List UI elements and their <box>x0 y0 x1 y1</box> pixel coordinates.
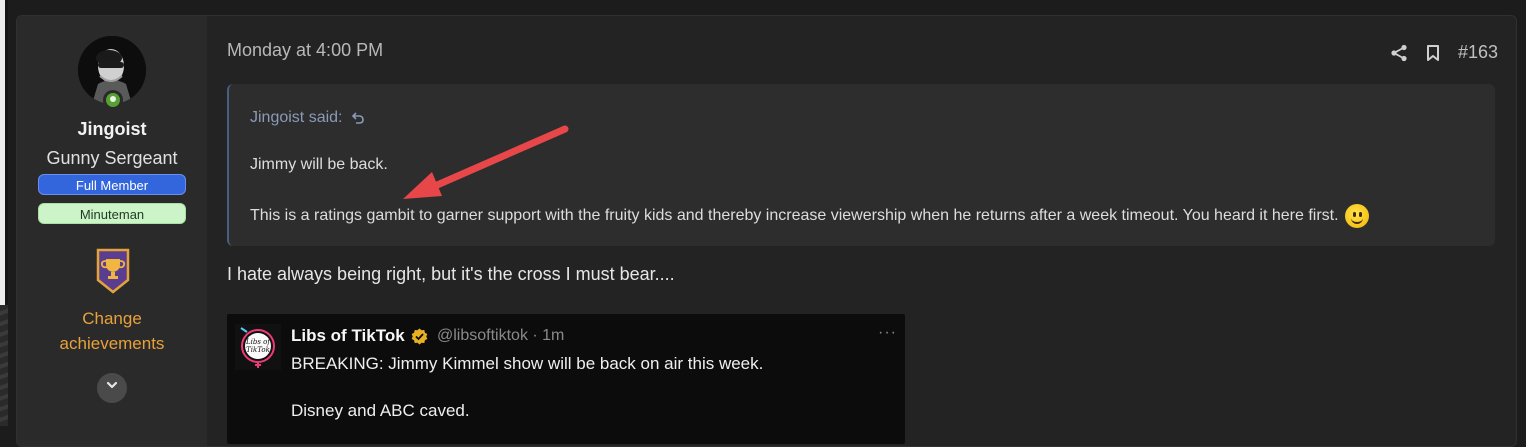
quote-paragraph-2-text: This is a ratings gambit to garner suppo… <box>250 207 1339 224</box>
online-status-icon <box>103 90 123 110</box>
tweet-avatar-text-1: Libs of <box>245 338 271 346</box>
edge-panel-dark <box>0 305 8 426</box>
change-achievements-line1[interactable]: Change <box>17 306 207 331</box>
edge-panel-light <box>0 0 5 305</box>
banner-minuteman: Minuteman <box>38 203 186 224</box>
quote-paragraph-1: Jimmy will be back. <box>250 156 388 173</box>
quote-block: Jingoist said: Jimmy will be back. This … <box>227 84 1495 246</box>
quote-return-icon[interactable] <box>351 111 365 125</box>
tweet-author-name[interactable]: Libs of TikTok <box>291 326 405 346</box>
username[interactable]: Jingoist <box>17 119 207 140</box>
bookmark-icon[interactable] <box>1426 44 1440 62</box>
change-achievements-link[interactable]: Change achievements <box>17 306 207 356</box>
trophy-shield-icon[interactable] <box>95 248 131 294</box>
user-sidebar: Jingoist Gunny Sergeant Full Member Minu… <box>17 16 207 446</box>
smile-emoji-icon <box>1344 204 1369 228</box>
tweet-line-2: Disney and ABC caved. <box>291 401 470 420</box>
tweet-line-1: BREAKING: Jimmy Kimmel show will be back… <box>291 354 764 373</box>
forum-post: Jingoist Gunny Sergeant Full Member Minu… <box>16 15 1517 447</box>
tweet-more-icon[interactable]: ··· <box>878 324 897 342</box>
embedded-tweet[interactable]: Libs of TikTok Libs of TikTok @libsoftik… <box>227 314 905 444</box>
verified-badge-icon <box>411 328 427 344</box>
post-date[interactable]: Monday at 4:00 PM <box>227 40 383 61</box>
quote-attribution[interactable]: Jingoist said: <box>250 109 365 127</box>
banner-full-member: Full Member <box>38 174 186 195</box>
quote-author[interactable]: Jingoist said: <box>250 109 343 127</box>
post-number[interactable]: #163 <box>1458 42 1498 63</box>
share-icon[interactable] <box>1390 44 1408 62</box>
expand-button[interactable] <box>97 373 127 403</box>
change-achievements-line2[interactable]: achievements <box>17 331 207 356</box>
reply-text: I hate always being right, but it's the … <box>227 264 675 284</box>
quote-paragraph-2: This is a ratings gambit to garner suppo… <box>250 204 1369 228</box>
window-edge <box>0 0 8 426</box>
chevron-down-icon <box>106 381 118 389</box>
user-title: Gunny Sergeant <box>46 148 178 168</box>
tweet-avatar[interactable]: Libs of TikTok <box>235 324 281 370</box>
tweet-avatar-text-2: TikTok <box>246 346 270 354</box>
post-actions: #163 <box>1390 42 1498 63</box>
post-main: Monday at 4:00 PM #163 Jingoist said: Ji… <box>207 16 1516 446</box>
tweet-author[interactable]: Libs of TikTok <box>291 326 428 346</box>
tweet-handle[interactable]: @libsoftiktok · 1m <box>437 327 564 345</box>
